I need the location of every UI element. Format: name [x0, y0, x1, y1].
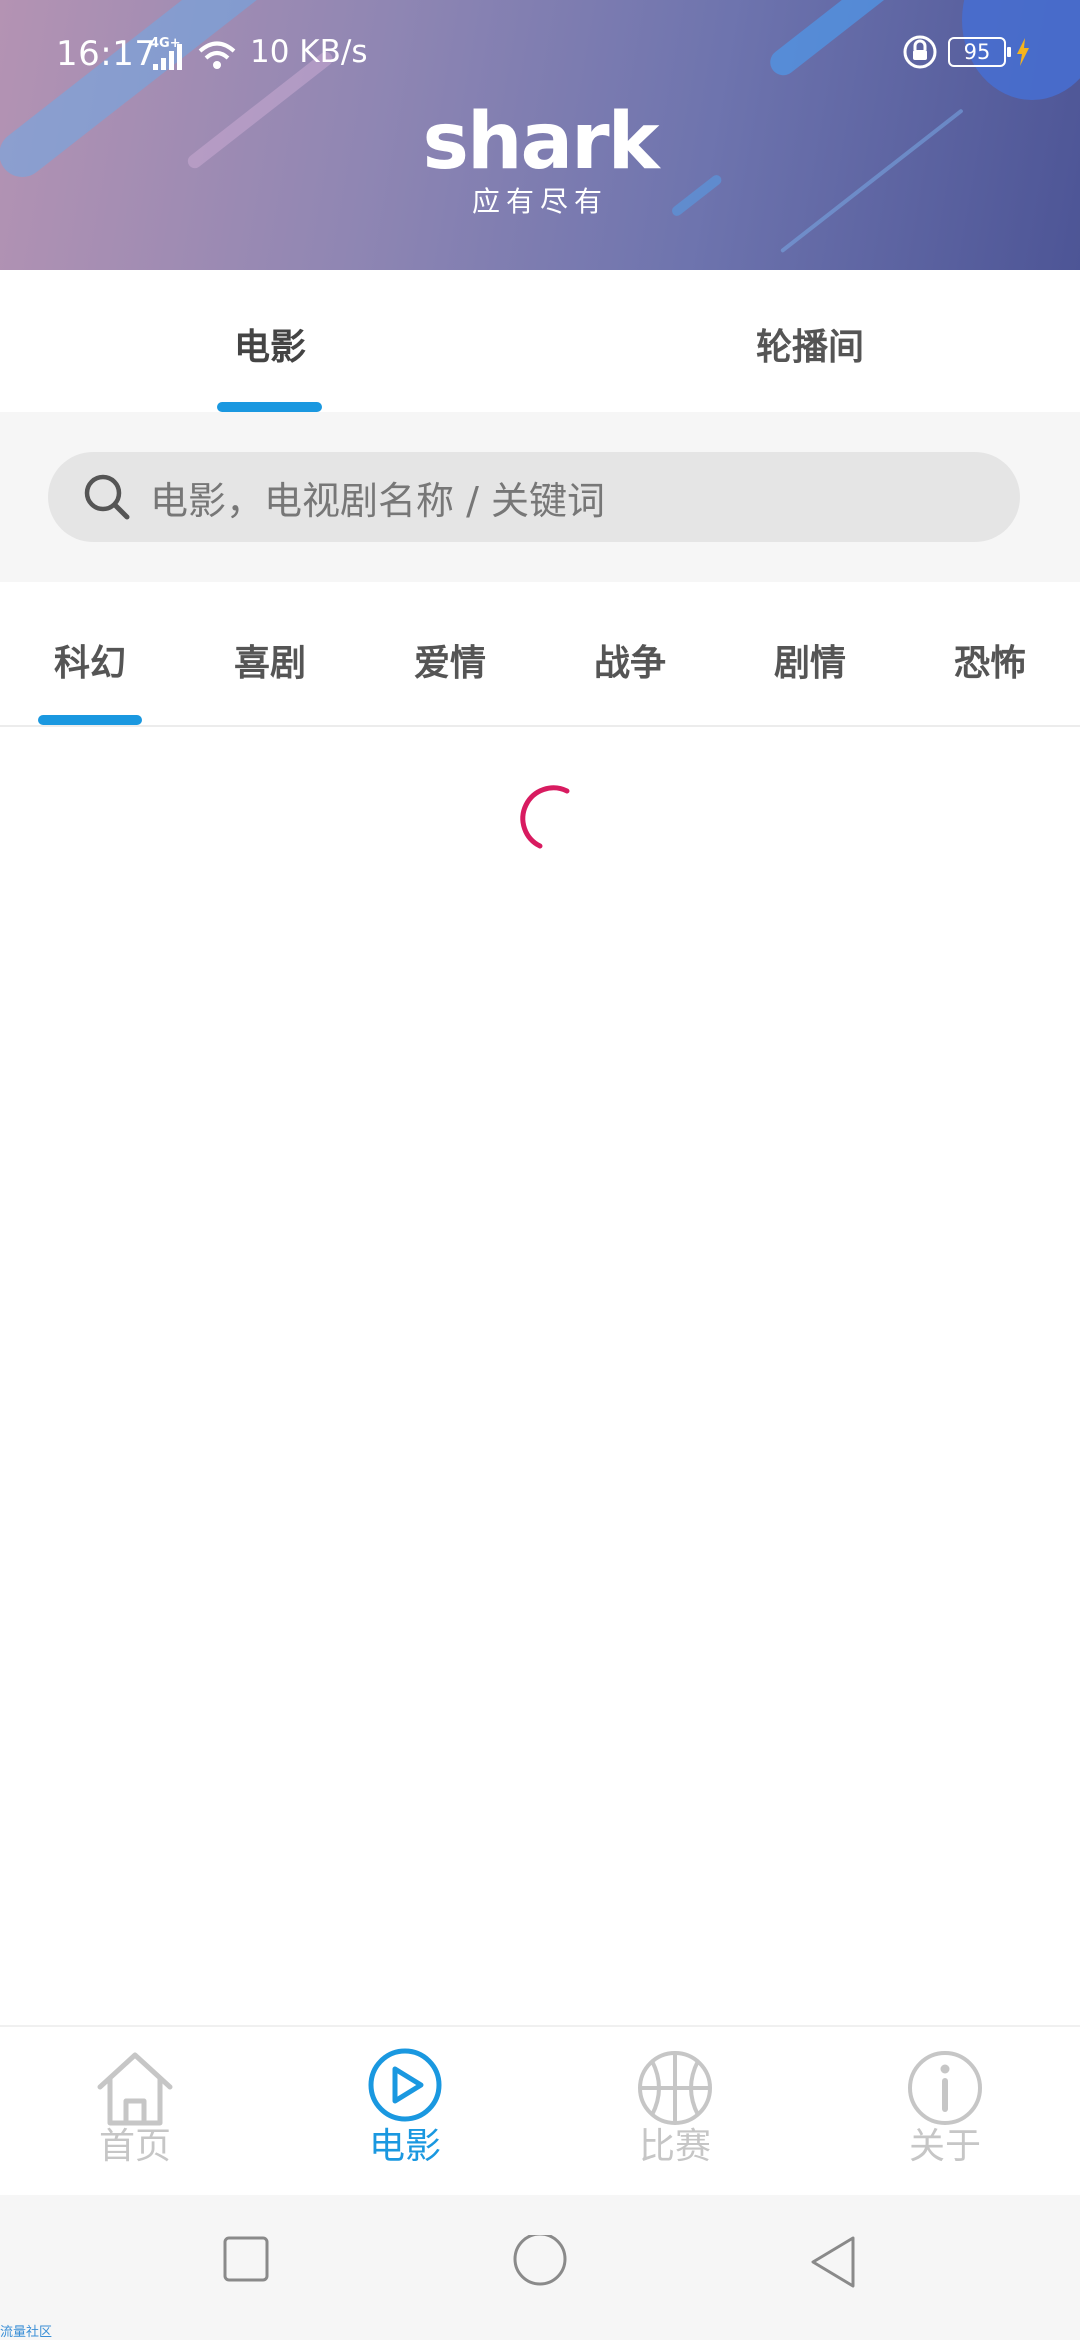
logo-word: shark	[422, 97, 660, 187]
battery-icon: 95	[948, 37, 1011, 67]
nav-label: 比赛	[638, 2126, 711, 2167]
tab-movies[interactable]: 电影	[0, 270, 540, 412]
nav-movies[interactable]: 电影	[270, 2027, 540, 2197]
category-tab-horror[interactable]: 恐怖	[900, 582, 1080, 727]
category-tab-war[interactable]: 战争	[540, 582, 720, 727]
search-input[interactable]: 电影，电视剧名称 / 关键词	[48, 452, 1020, 542]
network-type: 4G+	[150, 36, 181, 51]
top-tab-bar: 电影 轮播间	[0, 270, 1080, 412]
app-logo: shark 应有尽有	[0, 102, 1080, 220]
header-banner: 16:17 4G+ 10 KB/s 95 shark 应有尽有	[0, 0, 1080, 270]
category-label: 恐怖	[953, 643, 1026, 684]
loading-spinner-icon	[520, 785, 570, 849]
status-time: 16:17	[56, 34, 157, 74]
back-icon[interactable]	[808, 2235, 858, 2289]
category-tab-drama[interactable]: 剧情	[720, 582, 900, 727]
rotation-lock-icon	[903, 35, 937, 69]
nav-label: 首页	[98, 2126, 171, 2167]
search-area: 电影，电视剧名称 / 关键词	[0, 412, 1080, 582]
category-label: 喜剧	[233, 643, 306, 684]
movie-list-area	[0, 727, 1080, 2025]
search-icon	[84, 474, 130, 520]
system-nav-bar: 流量社区	[0, 2195, 1080, 2340]
category-label: 科幻	[53, 643, 126, 684]
category-label: 爱情	[413, 643, 486, 684]
status-bar: 16:17 4G+ 10 KB/s 95	[0, 28, 1080, 78]
category-tab-bar: 科幻 喜剧 爱情 战争 剧情 恐怖	[0, 582, 1080, 727]
recent-apps-icon[interactable]	[222, 2235, 270, 2283]
category-indicator	[38, 715, 142, 725]
nav-home[interactable]: 首页	[0, 2027, 270, 2197]
home-button-icon[interactable]	[512, 2235, 568, 2291]
status-right: 95	[902, 34, 1030, 70]
tab-carousel[interactable]: 轮播间	[540, 270, 1080, 412]
network-speed: 10 KB/s	[250, 34, 368, 70]
nav-label: 关于	[908, 2126, 981, 2167]
watermark-text: 流量社区	[0, 2325, 53, 2340]
category-label: 战争	[593, 643, 666, 684]
tab-label: 电影	[233, 327, 306, 368]
tab-indicator	[217, 402, 322, 412]
nav-label: 电影	[368, 2126, 441, 2167]
logo-slogan: 应有尽有	[471, 185, 608, 218]
bottom-nav: 首页 电影 比赛 关于	[0, 2025, 1080, 2195]
category-tab-romance[interactable]: 爱情	[360, 582, 540, 727]
search-placeholder: 电影，电视剧名称 / 关键词	[150, 478, 605, 523]
charging-icon	[1017, 38, 1029, 66]
signal-icon: 4G+	[150, 34, 244, 78]
battery-level: 95	[963, 40, 991, 64]
category-tab-comedy[interactable]: 喜剧	[180, 582, 360, 727]
nav-about[interactable]: 关于	[810, 2027, 1080, 2197]
tab-label: 轮播间	[755, 327, 864, 368]
category-label: 剧情	[773, 643, 846, 684]
nav-matches[interactable]: 比赛	[540, 2027, 810, 2197]
category-tab-scifi[interactable]: 科幻	[0, 582, 180, 727]
